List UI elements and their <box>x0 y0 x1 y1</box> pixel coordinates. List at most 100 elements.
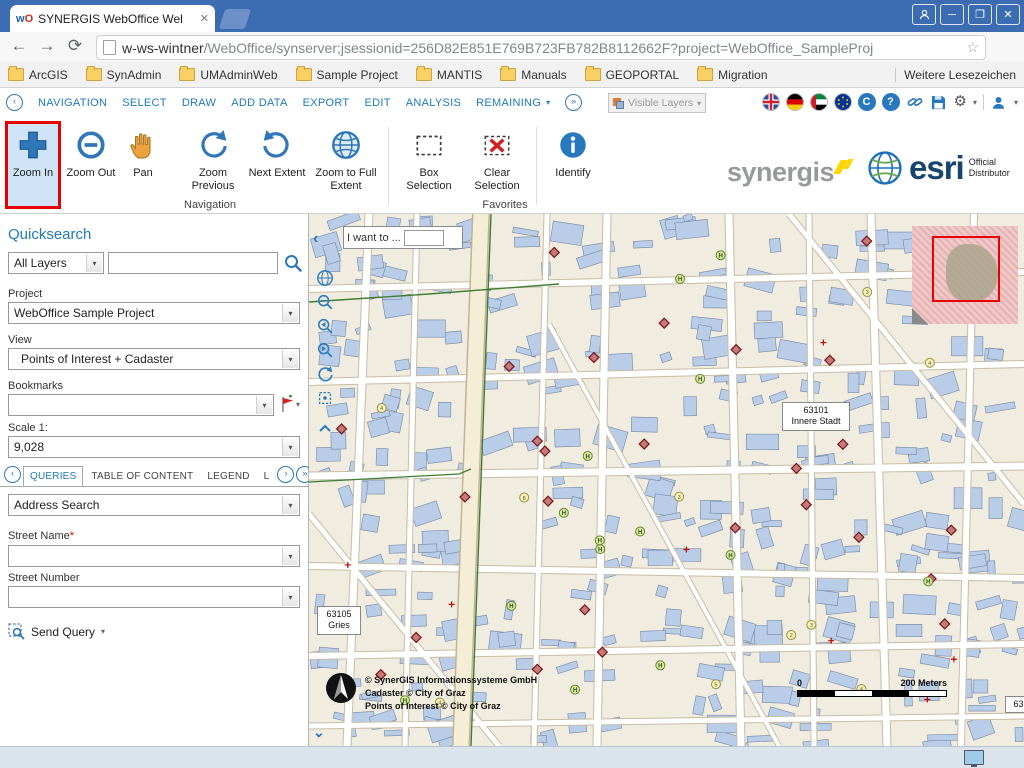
tab-close-icon[interactable]: ✕ <box>200 12 209 25</box>
menu-item-draw[interactable]: DRAW <box>182 97 216 109</box>
overview-toggle-icon[interactable] <box>912 308 928 324</box>
help-icon[interactable]: ? <box>882 93 900 111</box>
copyright-icon[interactable]: C <box>858 93 876 111</box>
save-icon[interactable] <box>930 93 948 111</box>
map-tools-collapse-up-icon[interactable] <box>315 418 335 438</box>
scale-end-label: 200 Meters <box>900 678 947 688</box>
language-flag-uk-icon[interactable] <box>762 93 780 111</box>
map-panel-collapse-down-icon[interactable]: ⌄ <box>313 724 325 741</box>
map-refresh-icon[interactable] <box>315 364 335 384</box>
menu-item-navigation[interactable]: NAVIGATION <box>38 97 107 109</box>
quicksearch-input[interactable] <box>108 252 278 274</box>
add-bookmark-flag-icon[interactable] <box>279 395 295 418</box>
reload-icon[interactable]: ⟳ <box>64 36 86 56</box>
bookmarks-select[interactable]: ▾ <box>8 394 274 416</box>
chevron-down-icon[interactable]: ▾ <box>101 627 105 636</box>
next-extent-button[interactable]: Next Extent <box>248 125 306 180</box>
pan-button[interactable]: Pan <box>120 125 166 180</box>
zoom-previous-button[interactable]: Zoom Previous <box>184 125 242 192</box>
language-flag-germany-icon[interactable] <box>786 93 804 111</box>
bookmark-item[interactable]: Sample Project <box>296 68 398 82</box>
bookmark-item[interactable]: SynAdmin <box>86 68 162 82</box>
street-number-select[interactable]: ▾ <box>8 586 300 608</box>
query-type-select[interactable]: Address Search▾ <box>8 494 300 516</box>
bookmark-star-icon[interactable]: ☆ <box>966 39 979 56</box>
bookmarks-bar: ArcGIS SynAdmin UMAdminWeb Sample Projec… <box>0 62 1024 88</box>
map-zoom-next-icon[interactable] <box>315 340 335 360</box>
user-menu-icon[interactable] <box>990 93 1008 111</box>
visible-layers-dropdown[interactable]: Visible Layers ▾ <box>608 93 706 113</box>
menu-item-select[interactable]: SELECT <box>122 97 167 109</box>
browser-tab[interactable]: wO SYNERGIS WebOffice Wel ✕ <box>10 5 215 32</box>
address-bar[interactable]: w-ws-wintner/WebOffice/synserver;jsessio… <box>96 35 986 60</box>
view-select[interactable]: Points of Interest + Cadaster▾ <box>8 348 300 370</box>
map-viewport[interactable]: HHHHHHHHHHHHHH4434533842 ‹ I want to ... <box>309 214 1024 746</box>
url-text[interactable]: w-ws-wintner/WebOffice/synserver;jsessio… <box>122 40 962 56</box>
tab-queries[interactable]: QUERIES <box>23 466 83 487</box>
bookmark-item[interactable]: ArcGIS <box>8 68 68 82</box>
language-flag-eu-icon[interactable] <box>834 93 852 111</box>
close-button[interactable]: ✕ <box>996 4 1020 25</box>
chevron-down-icon[interactable]: ▾ <box>973 98 977 107</box>
minimize-button[interactable]: ─ <box>940 4 964 25</box>
tab-table-of-content[interactable]: TABLE OF CONTENT <box>85 467 199 486</box>
zoom-full-extent-button[interactable]: Zoom to Full Extent <box>312 125 380 192</box>
tab-legend[interactable]: LEGEND <box>201 467 255 486</box>
other-bookmarks[interactable]: Weitere Lesezeichen <box>895 68 1016 82</box>
chevron-down-icon[interactable]: ▾ <box>1014 98 1018 107</box>
tabs-scroll-end-icon[interactable]: » <box>296 466 309 483</box>
menu-item-analysis[interactable]: ANALYSIS <box>406 97 461 109</box>
scale-select[interactable]: 9,028▾ <box>8 436 300 458</box>
menu-item-add-data[interactable]: ADD DATA <box>231 97 287 109</box>
layer-filter-select[interactable]: All Layers▾ <box>8 252 104 274</box>
menu-scroll-left-icon[interactable]: ‹ <box>6 94 23 111</box>
settings-gear-icon[interactable]: ⚙ <box>954 93 967 111</box>
chevron-down-icon: ▾ <box>282 438 298 456</box>
map-full-extent-icon[interactable] <box>315 388 335 408</box>
scale-bar-segments <box>797 690 947 697</box>
chevron-down-icon: ▾ <box>282 350 298 368</box>
svg-text:H: H <box>678 277 682 283</box>
box-selection-button[interactable]: Box Selection <box>398 125 460 192</box>
street-name-select[interactable]: ▾ <box>8 545 300 567</box>
send-query-button[interactable]: Send Query ▾ <box>8 623 105 640</box>
bookmark-item[interactable]: MANTIS <box>416 68 482 82</box>
sidebar-collapse-icon[interactable]: ‹ <box>313 230 318 248</box>
view-label: View <box>8 334 32 346</box>
menu-item-export[interactable]: EXPORT <box>303 97 350 109</box>
tabs-scroll-left-icon[interactable]: ‹ <box>4 466 21 483</box>
map-zoom-out-icon[interactable] <box>315 292 335 312</box>
overview-map[interactable] <box>912 226 1018 324</box>
language-flag-uae-icon[interactable] <box>810 93 828 111</box>
search-icon[interactable] <box>283 253 303 278</box>
profile-icon[interactable] <box>912 4 936 25</box>
zoom-in-button[interactable]: Zoom In <box>8 125 58 180</box>
new-tab-button[interactable] <box>219 9 251 29</box>
zoom-in-icon <box>8 125 58 165</box>
clear-selection-button[interactable]: Clear Selection <box>466 125 528 192</box>
map-zoom-previous-icon[interactable] <box>315 316 335 336</box>
bookmark-item[interactable]: GEOPORTAL <box>585 68 680 82</box>
i-want-to-input[interactable] <box>404 230 444 246</box>
maximize-button[interactable]: ❐ <box>968 4 992 25</box>
overview-extent-rectangle[interactable] <box>932 236 1000 302</box>
bookmark-item[interactable]: Manuals <box>500 68 566 82</box>
tabs-scroll-right-icon[interactable]: › <box>277 466 294 483</box>
menu-scroll-right-icon[interactable]: » <box>565 94 582 111</box>
link-icon[interactable] <box>906 93 924 111</box>
next-extent-icon <box>248 125 306 165</box>
i-want-to-widget[interactable]: I want to ... <box>343 226 463 249</box>
forward-icon[interactable]: → <box>36 36 58 56</box>
screen-share-icon[interactable] <box>964 750 984 765</box>
bookmark-item[interactable]: Migration <box>697 68 767 82</box>
menu-item-remaining[interactable]: REMAINING <box>476 97 541 109</box>
project-select[interactable]: WebOffice Sample Project▾ <box>8 302 300 324</box>
tab-clipped[interactable]: L <box>258 467 276 486</box>
bookmark-item[interactable]: UMAdminWeb <box>179 68 277 82</box>
menu-item-edit[interactable]: EDIT <box>364 97 390 109</box>
zoom-out-button[interactable]: Zoom Out <box>66 125 116 180</box>
identify-button[interactable]: Identify <box>546 125 600 180</box>
back-icon[interactable]: ← <box>8 36 30 56</box>
chevron-down-icon[interactable]: ▾ <box>296 400 300 409</box>
map-globe-icon[interactable] <box>315 268 335 288</box>
